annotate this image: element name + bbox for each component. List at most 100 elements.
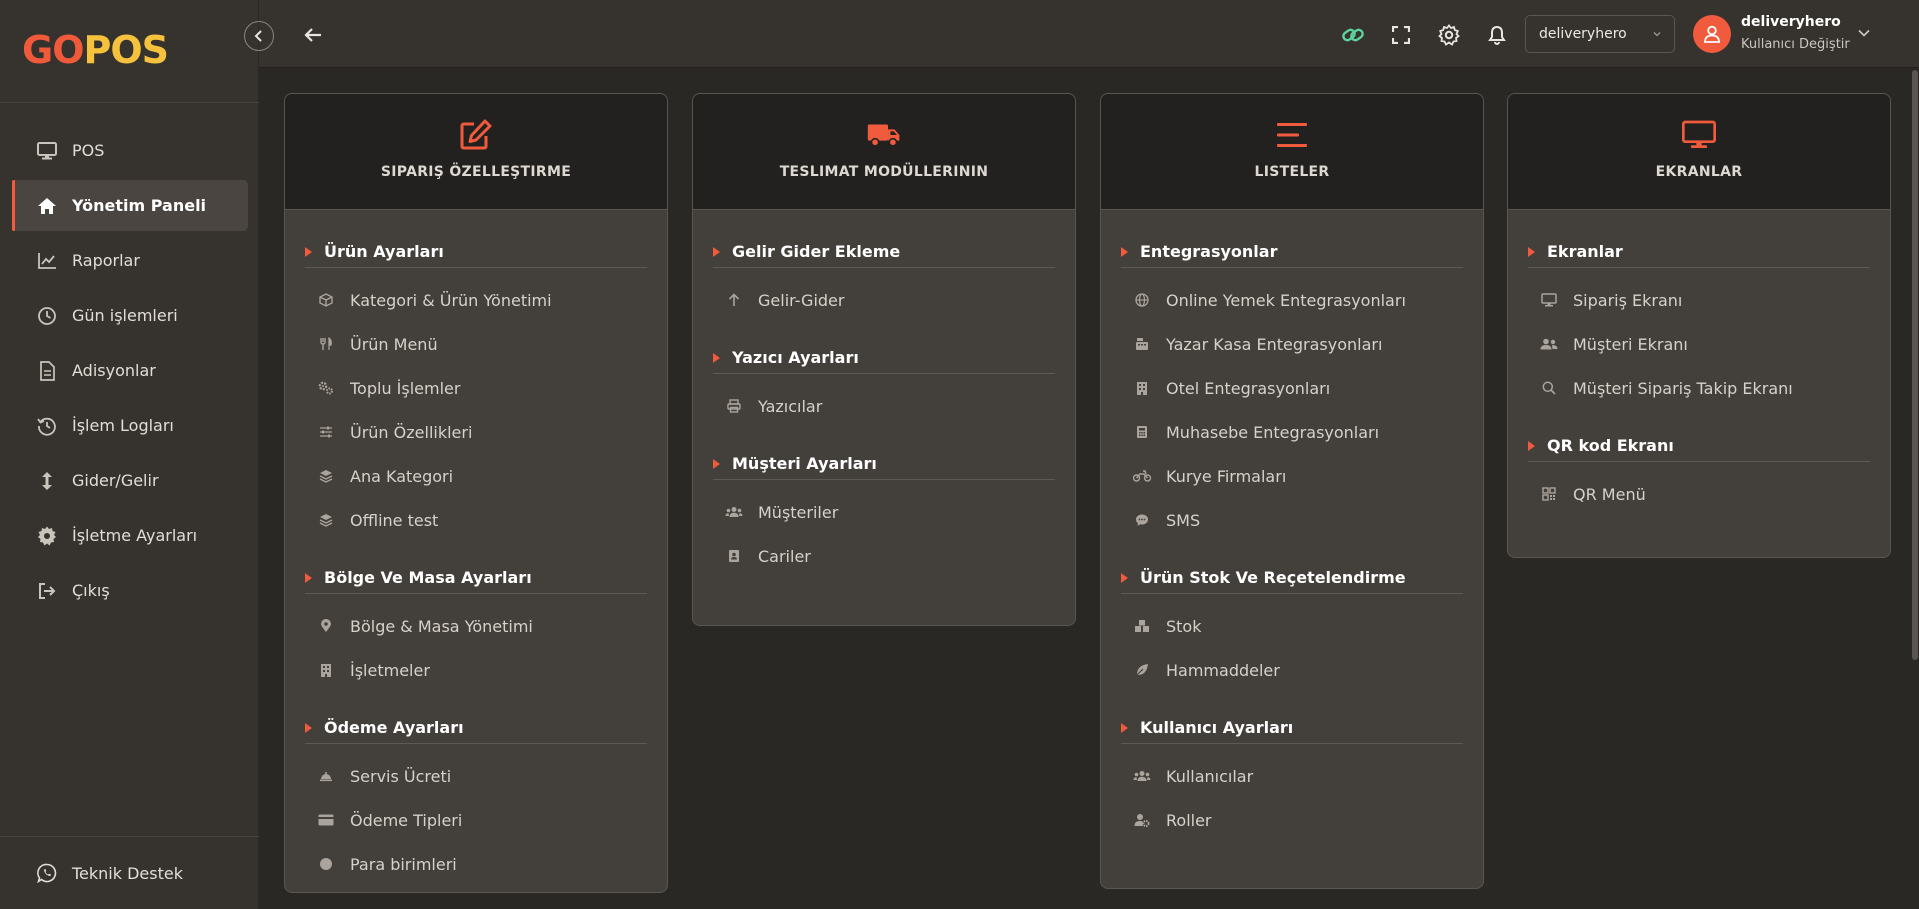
card-ekranlar: EKRANLAR Ekranlar Sipariş Ekranı Müşteri… [1507,93,1891,558]
venue-select[interactable]: deliveryhero [1525,15,1675,53]
sidebar-item-islem-loglari[interactable]: İşlem Logları [12,400,248,451]
link-icon[interactable] [1338,20,1368,50]
bell-icon[interactable] [1482,20,1512,50]
home-icon [36,195,58,217]
section-kullanici-ayarlari: Kullanıcı Ayarları Kullanıcılar Roller [1121,716,1463,842]
section-title: Kullanıcı Ayarları [1140,718,1294,737]
menu-item-label: Sipariş Ekranı [1573,290,1683,310]
menu-item-toplu-islemler[interactable]: Toplu İşlemler [305,366,647,410]
address-book-icon [725,547,743,565]
monitor-icon [1682,118,1716,152]
section-title: Müşteri Ayarları [732,454,877,473]
menu-item-musteriler[interactable]: Müşteriler [713,490,1055,534]
menu-item-bolge-masa-yonetimi[interactable]: Bölge & Masa Yönetimi [305,604,647,648]
section-qr-kod-ekrani: QR kod Ekranı QR Menü [1528,434,1870,516]
menu-item-label: Bölge & Masa Yönetimi [350,616,533,636]
menu-item-kurye-firmalari[interactable]: Kurye Firmaları [1121,454,1463,498]
menu-item-servis-ucreti[interactable]: Servis Ücreti [305,754,647,798]
sidebar-item-isletme-ayarlari[interactable]: İşletme Ayarları [12,510,248,561]
cogs-icon [317,379,335,397]
menu-item-label: Müşteri Sipariş Takip Ekranı [1573,378,1793,398]
caret-right-icon [1121,572,1128,583]
menu-item-label: Yazar Kasa Entegrasyonları [1166,334,1383,354]
menu-item-odeme-tipleri[interactable]: Ödeme Tipleri [305,798,647,842]
sidebar-item-yonetim-paneli[interactable]: Yönetim Paneli [12,180,248,231]
menu-item-label: SMS [1166,510,1201,530]
sidebar-item-label: Adisyonlar [72,361,156,380]
section-title: Yazıcı Ayarları [732,348,859,367]
user-avatar[interactable] [1693,15,1731,53]
menu-item-label: Para birimleri [350,854,457,874]
user-menu-chevron-icon[interactable] [1855,24,1873,42]
menu-item-siparis-ekrani[interactable]: Sipariş Ekranı [1528,278,1870,322]
sidebar-item-gider-gelir[interactable]: Gider/Gelir [12,455,248,506]
menu-item-para-birimleri[interactable]: Para birimleri [305,842,647,886]
menu-item-qr-menu[interactable]: QR Menü [1528,472,1870,516]
menu-item-roller[interactable]: Roller [1121,798,1463,842]
chart-line-icon [36,250,58,272]
menu-item-label: Ödeme Tipleri [350,810,463,830]
card-title: TESLIMAT MODÜLLERININ [779,164,989,180]
back-button[interactable] [298,20,328,50]
menu-item-urun-ozellikleri[interactable]: Ürün Özellikleri [305,410,647,454]
menu-item-online-yemek-entegrasyonlari[interactable]: Online Yemek Entegrasyonları [1121,278,1463,322]
fullscreen-icon[interactable] [1386,20,1416,50]
menu-item-hammaddeler[interactable]: Hammaddeler [1121,648,1463,692]
card-header: SIPARIŞ ÖZELLEŞTIRME [285,94,667,210]
menu-item-yazar-kasa-entegrasyonlari[interactable]: Yazar Kasa Entegrasyonları [1121,322,1463,366]
menu-item-label: QR Menü [1573,484,1646,504]
gopos-logo[interactable]: GO POS [22,31,169,69]
motorcycle-icon [1133,467,1151,485]
sidebar-item-gun-islemleri[interactable]: Gün işlemleri [12,290,248,341]
sidebar-item-cikis[interactable]: Çıkış [12,565,248,616]
technical-support-label: Teknik Destek [72,863,183,883]
menu-item-isletmeler[interactable]: İşletmeler [305,648,647,692]
whatsapp-icon [36,862,58,884]
user-name[interactable]: deliveryhero [1741,14,1841,30]
sidebar-item-label: POS [72,141,105,160]
menu-item-musteri-siparis-takip-ekrani[interactable]: Müşteri Sipariş Takip Ekranı [1528,366,1870,410]
menu-item-cariler[interactable]: Cariler [713,534,1055,578]
caret-right-icon [713,352,720,363]
section-ekranlar: Ekranlar Sipariş Ekranı Müşteri Ekranı M… [1528,240,1870,410]
sidebar-collapse-button[interactable] [244,21,274,51]
sidebar-item-raporlar[interactable]: Raporlar [12,235,248,286]
menu-item-label: İşletmeler [350,660,430,680]
menu-item-label: Yazıcılar [758,396,823,416]
sidebar-divider [0,836,259,837]
menu-item-urun-menu[interactable]: Ürün Menü [305,322,647,366]
menu-item-yazicilar[interactable]: Yazıcılar [713,384,1055,428]
menu-item-label: Offline test [350,510,439,530]
menu-item-otel-entegrasyonlari[interactable]: Otel Entegrasyonları [1121,366,1463,410]
menu-item-gelir-gider[interactable]: Gelir-Gider [713,278,1055,322]
arrows-vertical-icon [36,470,58,492]
menu-item-sms[interactable]: SMS [1121,498,1463,542]
menu-item-offline-test[interactable]: Offline test [305,498,647,542]
coin-icon [317,855,335,873]
leaf-icon [1133,661,1151,679]
menu-item-label: Cariler [758,546,811,566]
caret-right-icon [305,572,312,583]
sidebar-divider [0,102,259,103]
sidebar-item-label: İşlem Logları [72,416,174,435]
sidebar-item-pos[interactable]: POS [12,125,248,176]
menu-item-stok[interactable]: Stok [1121,604,1463,648]
settings-gear-icon[interactable] [1434,20,1464,50]
hotel-icon [1133,379,1151,397]
menu-item-ana-kategori[interactable]: Ana Kategori [305,454,647,498]
qr-icon [1540,485,1558,503]
menu-item-kategori-urun-yonetimi[interactable]: Kategori & Ürün Yönetimi [305,278,647,322]
menu-item-label: Kategori & Ürün Yönetimi [350,290,552,310]
card-header: LISTELER [1101,94,1483,210]
menu-item-kullanicilar[interactable]: Kullanıcılar [1121,754,1463,798]
menu-item-muhasebe-entegrasyonlari[interactable]: Muhasebe Entegrasyonları [1121,410,1463,454]
content-scrollbar[interactable] [1912,70,1918,660]
technical-support-link[interactable]: Teknik Destek [12,848,248,898]
truck-icon [867,118,901,152]
caret-right-icon [305,722,312,733]
menu-item-label: Müşteri Ekranı [1573,334,1688,354]
menu-item-musteri-ekrani[interactable]: Müşteri Ekranı [1528,322,1870,366]
card-siparis-ozellestirme: SIPARIŞ ÖZELLEŞTIRME Ürün Ayarları Kateg… [284,93,668,893]
sidebar-item-adisyonlar[interactable]: Adisyonlar [12,345,248,396]
switch-user-link[interactable]: Kullanıcı Değiştir [1741,37,1850,52]
